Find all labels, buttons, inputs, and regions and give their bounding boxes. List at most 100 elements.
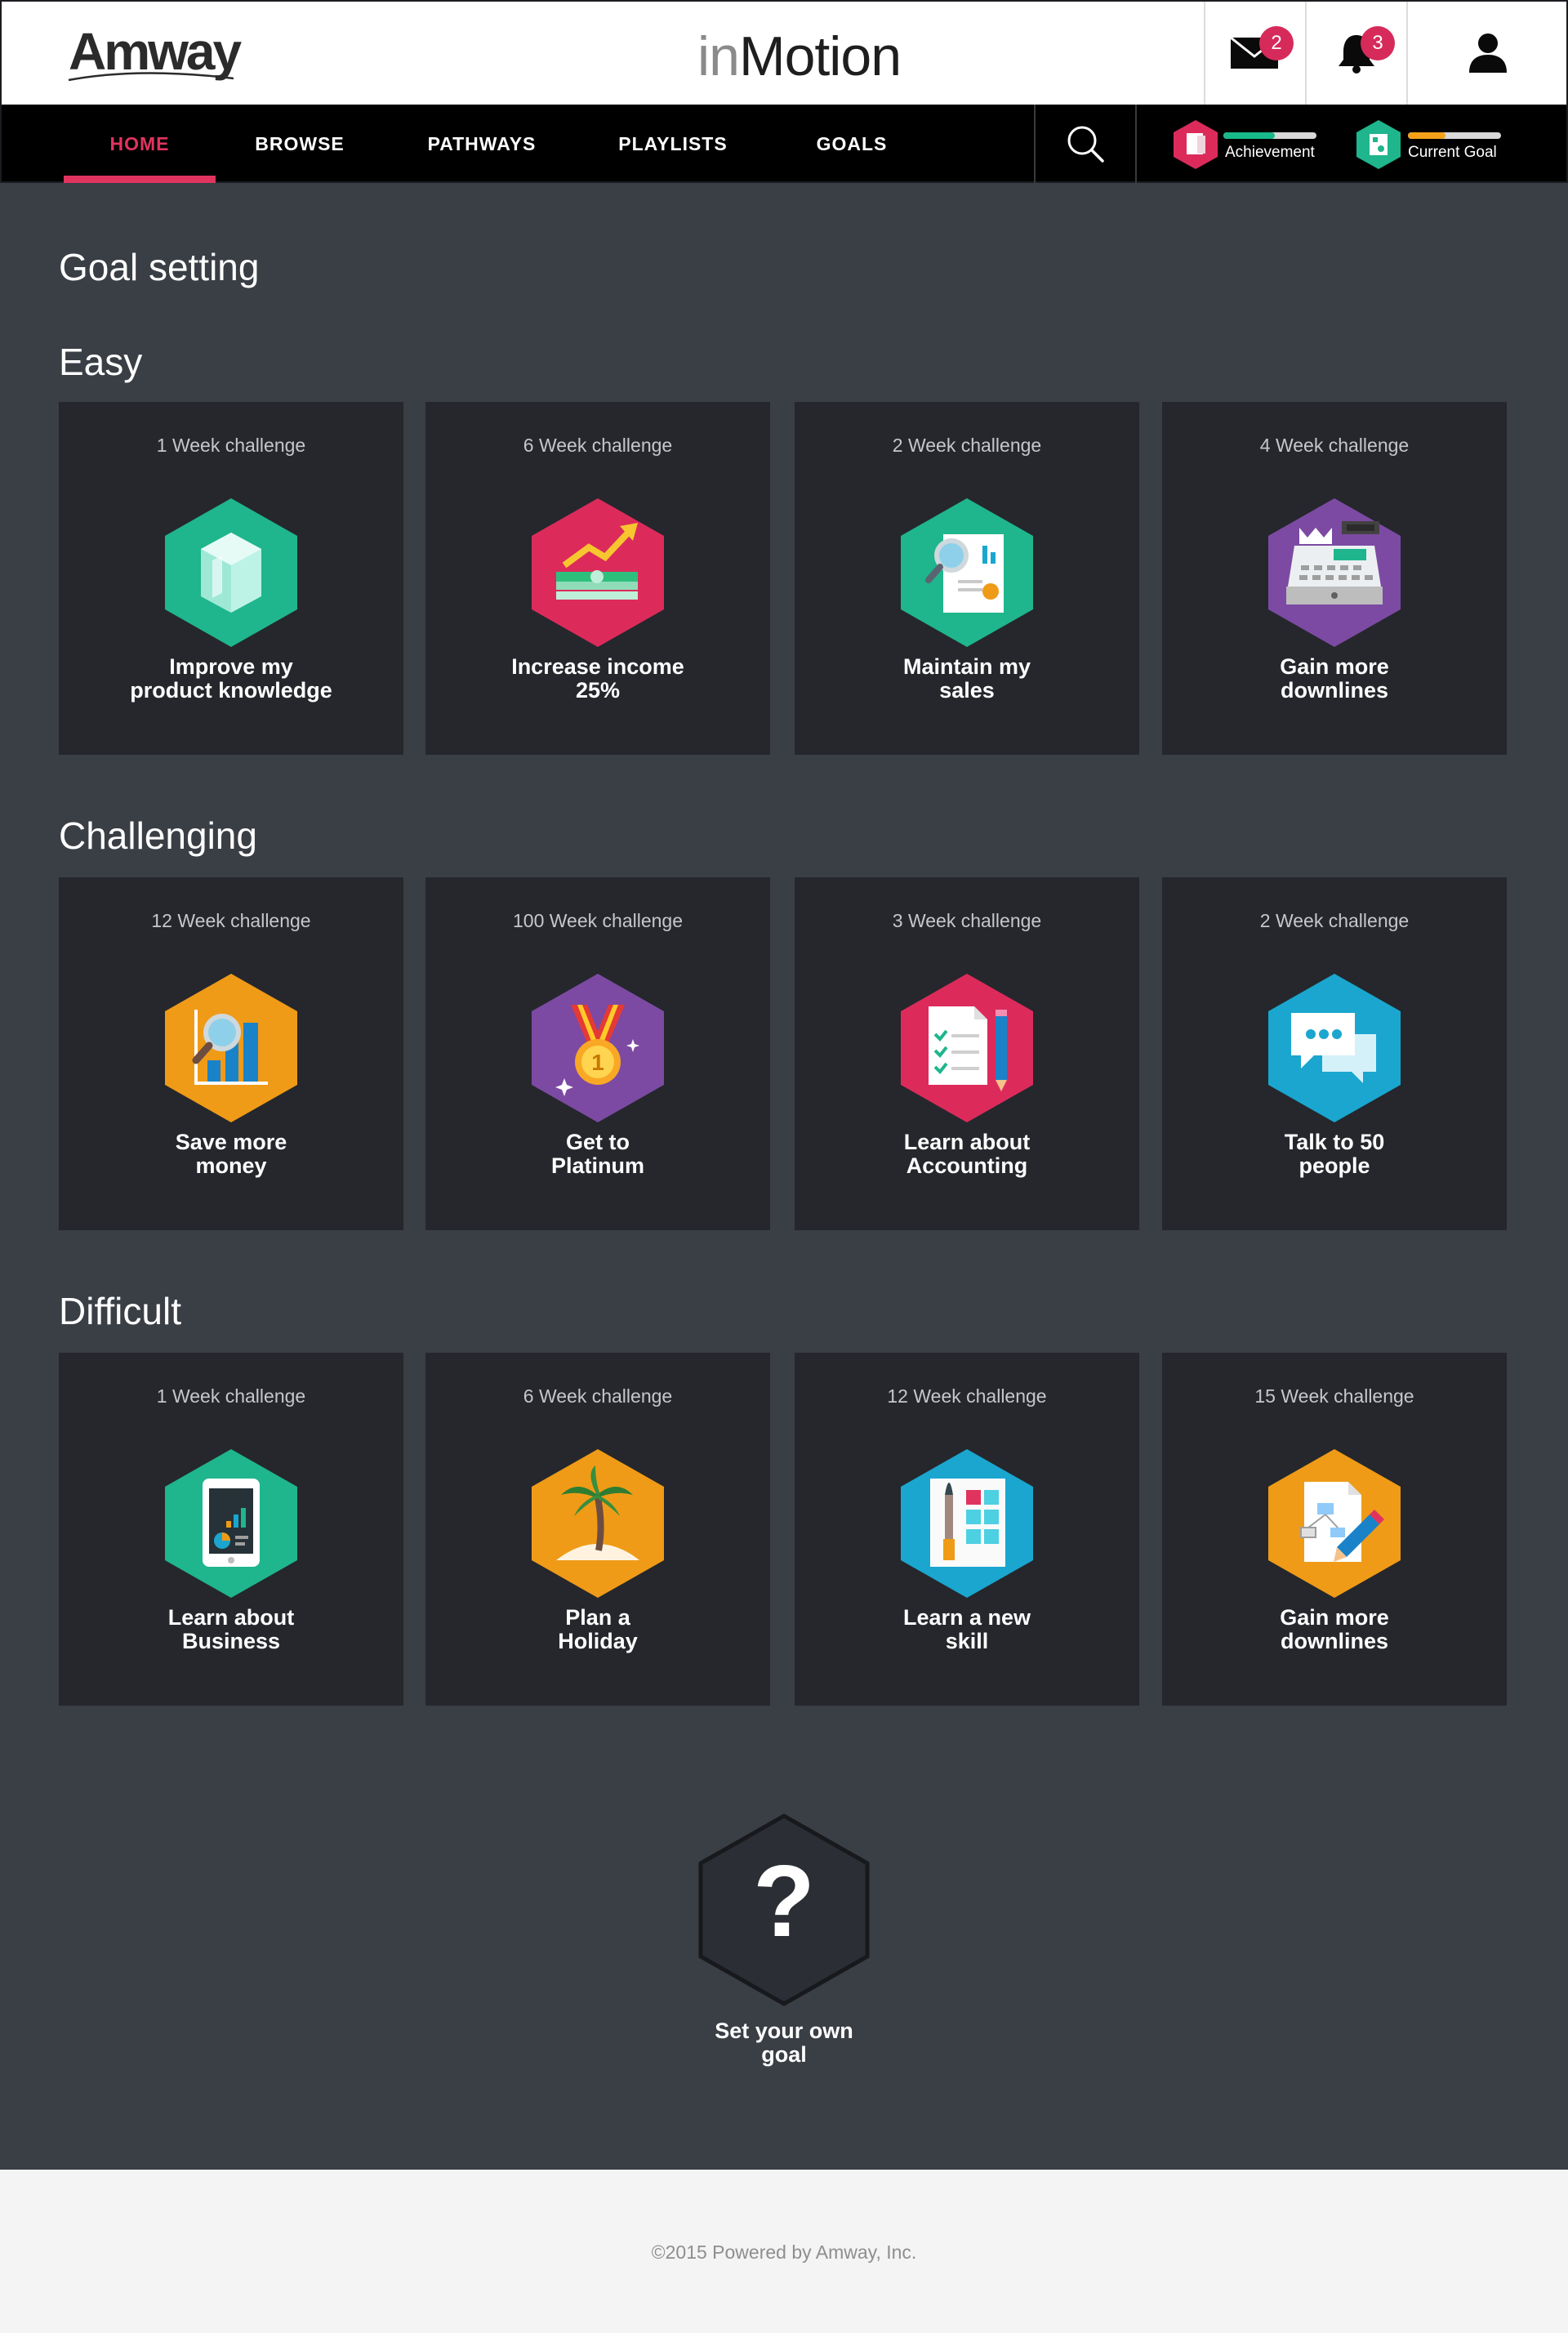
goal-card-talk-to-50-people[interactable]: 2 Week challenge Talk to 50 people	[1162, 877, 1507, 1230]
goal-card-improve-product-knowledge[interactable]: 1 Week challenge Improve my product know…	[59, 402, 403, 755]
set-own-goal-button[interactable]: ? Set your own goal	[697, 1813, 871, 2085]
goal-title-line-2: Platinum	[550, 1153, 644, 1178]
goal-card-get-to-platinum[interactable]: 100 Week challenge 1 Get to Platinum	[425, 877, 770, 1230]
goal-title: Gain more downlines	[1162, 655, 1507, 703]
nav-pathways[interactable]: PATHWAYS	[415, 105, 549, 183]
challenge-duration: 2 Week challenge	[1259, 910, 1410, 931]
goal-title-line-2: 25%	[575, 678, 621, 703]
footer: ©2015 Powered by Amway, Inc.	[0, 2170, 1568, 2333]
goal-card-increase-income[interactable]: 6 Week challenge Increase income 25%	[425, 402, 770, 755]
goal-card-learn-accounting[interactable]: 3 Week challenge Learn about Accounting	[795, 877, 1139, 1230]
goal-title: Maintain my sales	[795, 655, 1139, 703]
goal-title-line-2: downlines	[1280, 1629, 1388, 1653]
notifications-count-badge: 3	[1361, 26, 1395, 60]
crystal-icon	[165, 498, 297, 647]
goal-card-save-money[interactable]: 12 Week challenge Save more money	[59, 877, 403, 1230]
medal-icon: 1	[532, 974, 664, 1122]
challenge-duration: 3 Week challenge	[892, 910, 1042, 931]
goal-title-line-1: Gain more	[1280, 1605, 1389, 1630]
challenge-duration: 12 Week challenge	[151, 910, 311, 931]
goal-title: Save more money	[59, 1131, 403, 1178]
goal-title-line-2: Accounting	[906, 1153, 1028, 1178]
inmotion-logo-main: Motion	[738, 25, 902, 87]
search-button[interactable]	[1034, 105, 1137, 183]
goal-card-gain-downlines[interactable]: 4 Week challenge Gain more downlines	[1162, 402, 1507, 755]
goal-card-maintain-sales[interactable]: 2 Week challenge Maintain my sales	[795, 402, 1139, 755]
messages-button[interactable]: 2	[1204, 2, 1305, 105]
goal-title-line-1: Learn a new	[902, 1605, 1031, 1630]
goal-card-learn-business[interactable]: 1 Week challenge Learn about Business	[59, 1353, 403, 1706]
palette-brush-icon	[901, 1449, 1033, 1598]
goal-title-line-1: Plan a	[565, 1605, 630, 1630]
goal-title-line-2: people	[1298, 1153, 1370, 1178]
goal-title: Improve my product knowledge	[59, 655, 403, 703]
goal-title-line-2: Business	[181, 1629, 281, 1653]
set-own-goal-label-line-1: Set your own	[715, 2019, 853, 2043]
goal-title-line-1: Improve my	[169, 654, 293, 679]
nav-goals[interactable]: GOALS	[799, 105, 905, 183]
question-hex-icon: ?	[698, 1813, 870, 2006]
section-title-challenging: Challenging	[59, 814, 257, 857]
achievement-status[interactable]: Achievement	[1137, 105, 1316, 183]
current-goal-progress-bar	[1408, 132, 1501, 139]
goal-title: Learn about Accounting	[795, 1131, 1139, 1178]
goal-title-line-1: Save more	[175, 1130, 287, 1154]
current-goal-status[interactable]: Current Goal	[1321, 105, 1509, 183]
nav-home[interactable]: HOME	[64, 105, 216, 183]
challenge-duration: 1 Week challenge	[156, 1385, 306, 1407]
tablet-chart-icon	[165, 1449, 297, 1598]
cash-register-icon	[1268, 498, 1401, 647]
goal-title-line-2: sales	[939, 678, 995, 703]
set-own-goal-label: Set your own goal	[697, 2019, 871, 2067]
money-growth-icon	[532, 498, 664, 647]
goal-title-line-1: Get to	[566, 1130, 630, 1154]
goal-title: Get to Platinum	[425, 1131, 770, 1178]
goal-title-line-1: Gain more	[1280, 654, 1389, 679]
flowchart-pencil-icon	[1268, 1449, 1401, 1598]
challenge-duration: 6 Week challenge	[523, 435, 673, 456]
goal-title-line-1: Increase income	[511, 654, 684, 679]
notifications-button[interactable]: 3	[1305, 2, 1406, 105]
achievement-progress-bar	[1223, 132, 1316, 139]
challenge-duration: 1 Week challenge	[156, 435, 306, 456]
goal-title-line-2: skill	[945, 1629, 989, 1653]
question-mark: ?	[753, 1845, 815, 1958]
goal-title-line-2: downlines	[1280, 678, 1388, 703]
achievement-label: Achievement	[1225, 144, 1315, 161]
achievement-progress-fill	[1223, 132, 1275, 139]
goal-title-line-1: Talk to 50	[1284, 1130, 1385, 1154]
user-icon	[1469, 33, 1507, 73]
main-nav: HOME BROWSE PATHWAYS PLAYLISTS GOALS Ach…	[0, 105, 1568, 183]
nav-browse[interactable]: BROWSE	[238, 105, 361, 183]
goal-title: Learn a new skill	[795, 1606, 1139, 1653]
current-goal-progress-fill	[1408, 132, 1446, 139]
sales-report-icon	[901, 498, 1033, 647]
goal-card-gain-downlines-2[interactable]: 15 Week challenge Gain more downlines	[1162, 1353, 1507, 1706]
inmotion-logo[interactable]: inMotion	[697, 25, 902, 88]
goal-title-line-2: product knowledge	[130, 678, 332, 703]
set-own-goal-label-line-2: goal	[761, 2042, 807, 2067]
amway-logo-swoosh	[68, 72, 234, 82]
active-nav-indicator	[64, 176, 216, 183]
goal-card-learn-new-skill[interactable]: 12 Week challenge Learn a new skill	[795, 1353, 1139, 1706]
messages-count-badge: 2	[1259, 26, 1294, 60]
chat-bubbles-icon	[1268, 974, 1401, 1122]
challenge-duration: 2 Week challenge	[892, 435, 1042, 456]
achievement-badge-icon	[1174, 120, 1218, 169]
section-title-easy: Easy	[59, 341, 143, 383]
goal-title: Learn about Business	[59, 1606, 403, 1653]
current-goal-badge-icon	[1356, 120, 1401, 169]
challenge-duration: 12 Week challenge	[887, 1385, 1047, 1407]
svg-text:1: 1	[591, 1050, 604, 1075]
goal-card-plan-holiday[interactable]: 6 Week challenge Plan a Holiday	[425, 1353, 770, 1706]
nav-playlists[interactable]: PLAYLISTS	[608, 105, 738, 183]
goal-title-line-2: Holiday	[558, 1629, 638, 1653]
challenge-duration: 15 Week challenge	[1254, 1385, 1414, 1407]
copyright-text: ©2015 Powered by Amway, Inc.	[651, 2242, 917, 2263]
profile-button[interactable]	[1406, 2, 1568, 105]
checklist-icon	[901, 974, 1033, 1122]
inmotion-logo-prefix: in	[697, 25, 740, 87]
chart-magnifier-icon	[165, 974, 297, 1122]
page-title: Goal setting	[59, 246, 260, 288]
goal-title-line-1: Learn about	[167, 1605, 295, 1630]
